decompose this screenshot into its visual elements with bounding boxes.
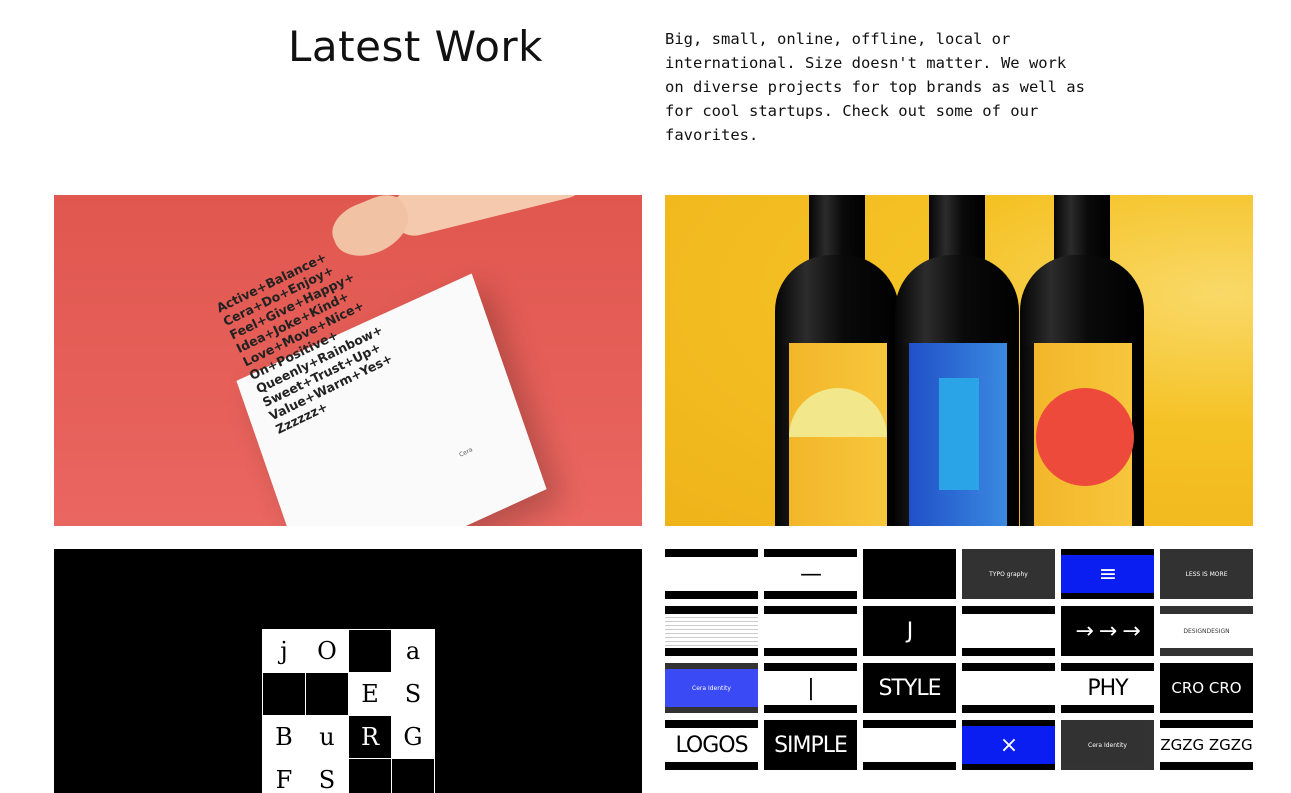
- circle-shape: [1036, 388, 1134, 486]
- slide-thumbnail[interactable]: STYLE: [863, 663, 956, 713]
- slide-thumbnail[interactable]: [665, 606, 758, 656]
- slide-thumbnail-grid: — TYPO graphy ≡ LESS IS MORE J → → → DESIGNDES…: [665, 549, 1253, 770]
- slide-thumbnail[interactable]: [665, 549, 758, 599]
- specimen-glyph-cell: a: [392, 630, 435, 673]
- specimen-glyph-cell: [392, 759, 435, 793]
- specimen-glyph-cell: [306, 673, 349, 716]
- slide-thumbnail[interactable]: ×: [962, 720, 1055, 770]
- specimen-glyph-cell: [263, 673, 306, 716]
- specimen-grid: jOaESBuRGFS: [262, 629, 435, 793]
- specimen-glyph-cell: F: [263, 759, 306, 793]
- specimen-glyph-cell: [349, 759, 392, 793]
- slide-thumbnail[interactable]: DESIGNDESIGN: [1160, 606, 1253, 656]
- arm-image: [386, 195, 592, 241]
- project-tile-wine-bottles[interactable]: [665, 195, 1253, 526]
- slide-thumbnail[interactable]: → → →: [1061, 606, 1154, 656]
- specimen-glyph-cell: G: [392, 716, 435, 759]
- specimen-glyph-cell: u: [306, 716, 349, 759]
- slide-thumbnail[interactable]: J: [863, 606, 956, 656]
- bottle-label: [909, 343, 1007, 526]
- slide-thumbnail[interactable]: ≡: [1061, 549, 1154, 599]
- section-title: Latest Work: [288, 22, 543, 71]
- bottle-rectangle: [895, 195, 1019, 526]
- rectangle-shape: [939, 378, 979, 490]
- semicircle-shape: [789, 388, 887, 437]
- project-tile-slide-deck[interactable]: — TYPO graphy ≡ LESS IS MORE J → → → DESIGNDES…: [665, 549, 1253, 793]
- slide-thumbnail[interactable]: SIMPLE: [764, 720, 857, 770]
- specimen-glyph-cell: B: [263, 716, 306, 759]
- specimen-glyph-cell: [349, 630, 392, 673]
- slide-thumbnail[interactable]: ZGZG ZGZG: [1160, 720, 1253, 770]
- bottle-label: [1034, 343, 1134, 526]
- specimen-glyph-cell: E: [349, 673, 392, 716]
- slide-thumbnail[interactable]: [863, 720, 956, 770]
- slide-thumbnail[interactable]: [962, 663, 1055, 713]
- slide-thumbnail[interactable]: [863, 549, 956, 599]
- slide-thumbnail[interactable]: [764, 606, 857, 656]
- slide-thumbnail[interactable]: —: [764, 549, 857, 599]
- slide-thumbnail[interactable]: [962, 606, 1055, 656]
- slide-thumbnail[interactable]: Cera Identity: [1061, 720, 1154, 770]
- slide-thumbnail[interactable]: CRO CRO: [1160, 663, 1253, 713]
- section-intro: Big, small, online, offline, local or in…: [665, 30, 1085, 144]
- slide-thumbnail[interactable]: LOGOS: [665, 720, 758, 770]
- slide-thumbnail[interactable]: TYPO graphy: [962, 549, 1055, 599]
- bottle-circle: [1020, 195, 1144, 526]
- specimen-glyph-cell: S: [306, 759, 349, 793]
- project-tile-type-specimen[interactable]: jOaESBuRGFS: [54, 549, 642, 793]
- slide-thumbnail[interactable]: |: [764, 663, 857, 713]
- bottle-semicircle: [775, 195, 899, 526]
- slide-thumbnail[interactable]: LESS IS MORE: [1160, 549, 1253, 599]
- specimen-glyph-cell: S: [392, 673, 435, 716]
- slide-thumbnail[interactable]: Cera Identity: [665, 663, 758, 713]
- specimen-glyph-cell: j: [263, 630, 306, 673]
- specimen-glyph-cell: R: [349, 716, 392, 759]
- specimen-glyph-cell: O: [306, 630, 349, 673]
- slide-thumbnail[interactable]: PHY: [1061, 663, 1154, 713]
- bottle-label: [789, 343, 887, 526]
- project-tile-cera-poster[interactable]: Active+Balance+ Cera+Do+Enjoy+ Feel+Give+H…: [54, 195, 642, 526]
